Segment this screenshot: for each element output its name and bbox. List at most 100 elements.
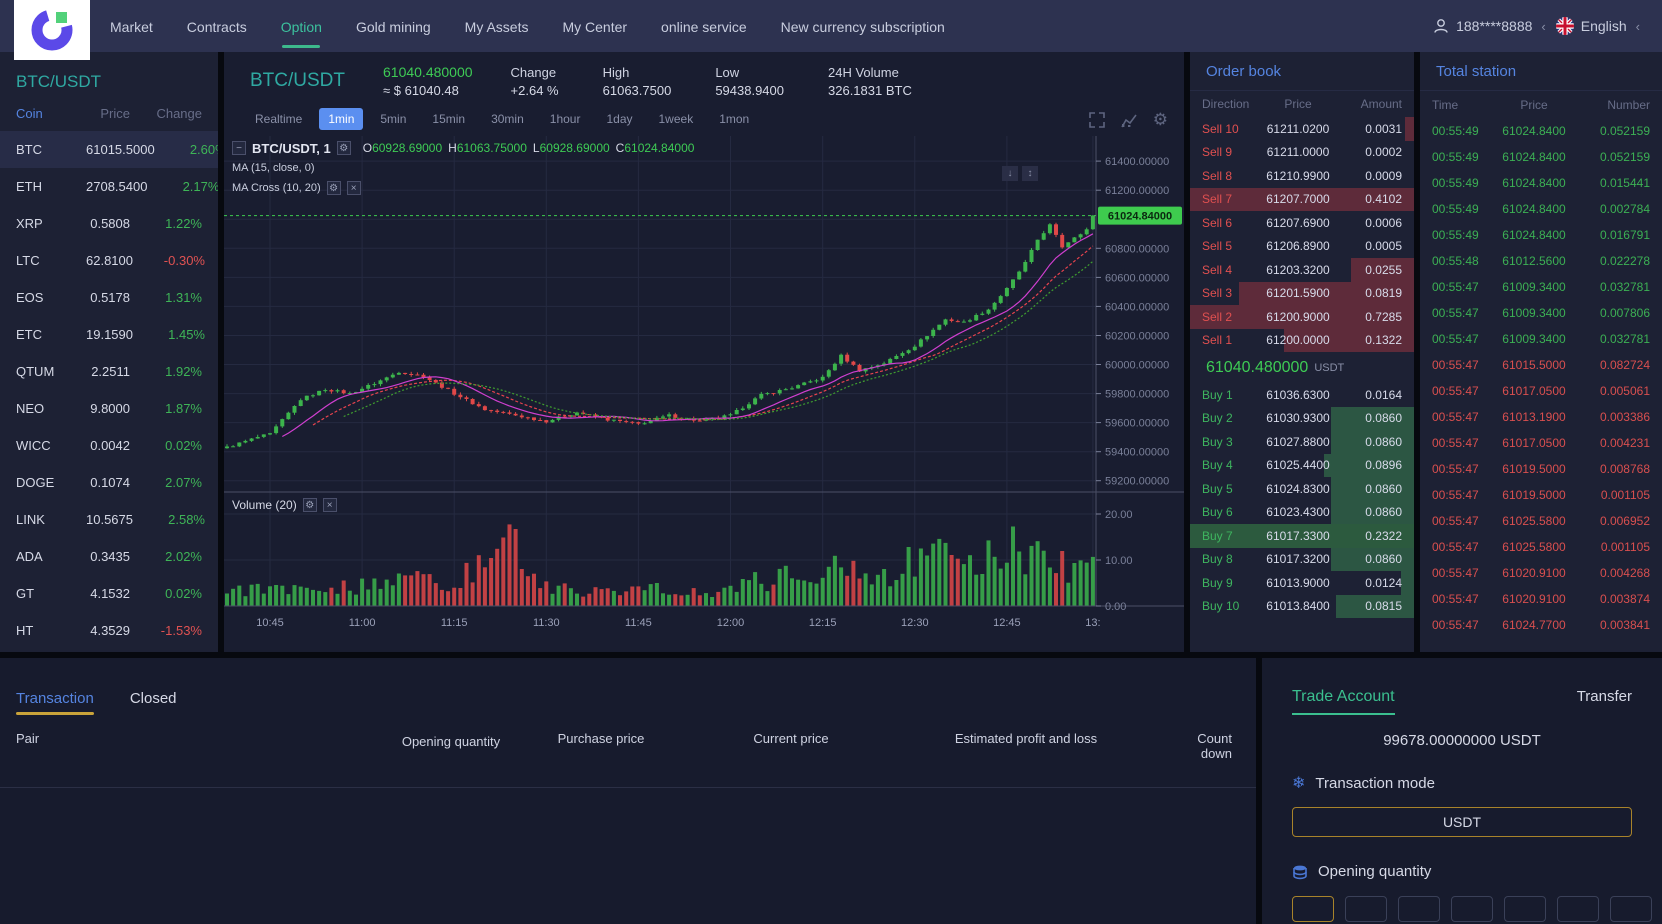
- interval-5min[interactable]: 5min: [371, 108, 415, 130]
- nav-right: 188****8888 ‹ English ‹: [1433, 0, 1640, 52]
- user-account-menu[interactable]: 188****8888 ‹: [1433, 18, 1546, 34]
- stat-label: Change: [511, 65, 559, 80]
- orderbook-row-buy-3[interactable]: Buy 361027.88000.0860: [1190, 430, 1414, 454]
- svg-text:0.00: 0.00: [1105, 601, 1126, 613]
- interval-Realtime[interactable]: Realtime: [246, 108, 311, 130]
- orderbook-row-sell-1[interactable]: Sell 161200.00000.1322: [1190, 329, 1414, 353]
- trade-account-tab[interactable]: Trade Account: [1292, 688, 1395, 715]
- volume-close-icon[interactable]: ×: [323, 498, 337, 512]
- watchlist-row-ada[interactable]: ADA0.34352.02%: [0, 538, 218, 575]
- order-direction: Sell 3: [1202, 286, 1264, 300]
- brand-logo[interactable]: [14, 0, 90, 60]
- interval-tabs: Realtime 1min 5min 15min 30min 1hour 1day 1week…: [224, 102, 1184, 134]
- watchlist-row-xrp[interactable]: XRP0.58081.22%: [0, 205, 218, 242]
- tab-transaction[interactable]: Transaction: [16, 690, 94, 715]
- order-direction: Sell 6: [1202, 216, 1264, 230]
- watchlist-row-ltc[interactable]: LTC62.8100-0.30%: [0, 242, 218, 279]
- watchlist-row-eth[interactable]: ETH2708.54002.17%: [0, 168, 218, 205]
- watchlist-row-link[interactable]: LINK10.56752.58%: [0, 501, 218, 538]
- interval-1week[interactable]: 1week: [650, 108, 703, 130]
- orderbook-row-buy-6[interactable]: Buy 661023.43000.0860: [1190, 501, 1414, 525]
- nav-item-market[interactable]: Market: [110, 3, 153, 50]
- nav-item-contracts[interactable]: Contracts: [187, 3, 247, 50]
- orderbook-row-buy-1[interactable]: Buy 161036.63000.0164: [1190, 383, 1414, 407]
- indicator-chart-icon[interactable]: [1121, 112, 1137, 128]
- watchlist-row-ht[interactable]: HT4.3529-1.53%: [0, 612, 218, 649]
- volume-gear-icon[interactable]: ⚙: [303, 498, 317, 512]
- quantity-option-button[interactable]: [1451, 896, 1493, 922]
- orderbook-row-buy-8[interactable]: Buy 861017.32000.0860: [1190, 548, 1414, 572]
- watchlist-row-gt[interactable]: GT4.15320.02%: [0, 575, 218, 612]
- trade-number: 0.032781: [1574, 280, 1650, 294]
- order-direction: Buy 10: [1202, 599, 1264, 613]
- legend-gear-icon[interactable]: ⚙: [337, 141, 351, 155]
- candlestick-chart[interactable]: 61400.0000061200.0000060800.0000060600.0…: [224, 136, 1184, 641]
- orderbook-row-buy-2[interactable]: Buy 261030.93000.0860: [1190, 407, 1414, 431]
- orderbook-row-buy-10[interactable]: Buy 1061013.84000.0815: [1190, 595, 1414, 619]
- ma-cross-close-icon[interactable]: ×: [347, 181, 361, 195]
- tab-closed[interactable]: Closed: [130, 690, 177, 715]
- orderbook-row-buy-7[interactable]: Buy 761017.33000.2322: [1190, 524, 1414, 548]
- interval-1day[interactable]: 1day: [597, 108, 641, 130]
- quantity-option-button[interactable]: [1610, 896, 1652, 922]
- orderbook-row-buy-4[interactable]: Buy 461025.44000.0896: [1190, 454, 1414, 478]
- watchlist-row-wicc[interactable]: WICC0.00420.02%: [0, 427, 218, 464]
- interval-15min[interactable]: 15min: [423, 108, 474, 130]
- quantity-option-button[interactable]: [1398, 896, 1440, 922]
- scroll-down-icon[interactable]: ↓: [1002, 166, 1018, 181]
- nav-item-gold-mining[interactable]: Gold mining: [356, 3, 431, 50]
- watchlist-row-btc[interactable]: BTC61015.50002.60%: [0, 131, 218, 168]
- nav-item-my-center[interactable]: My Center: [562, 3, 627, 50]
- chart-body[interactable]: − BTC/USDT, 1 ⚙ O60928.69000H61063.75000…: [224, 136, 1184, 641]
- language-selector[interactable]: English ‹: [1556, 17, 1640, 35]
- transfer-button[interactable]: Transfer: [1577, 688, 1632, 705]
- orderbook-row-buy-5[interactable]: Buy 561024.83000.0860: [1190, 477, 1414, 501]
- watchlist-row-neo[interactable]: NEO9.80001.87%: [0, 390, 218, 427]
- mode-usdt-button[interactable]: USDT: [1292, 807, 1632, 837]
- interval-1mon[interactable]: 1mon: [710, 108, 758, 130]
- scroll-vertical-icon[interactable]: ↕: [1022, 166, 1038, 181]
- orderbook-row-sell-5[interactable]: Sell 561206.89000.0005: [1190, 235, 1414, 259]
- orderbook-row-sell-2[interactable]: Sell 261200.90000.7285: [1190, 305, 1414, 329]
- trade-tape-row: 00:55:4861012.56000.022278: [1420, 248, 1662, 274]
- trade-tape-row: 00:55:4761017.05000.005061: [1420, 378, 1662, 404]
- coin-change: -0.30%: [139, 253, 205, 268]
- quantity-option-button[interactable]: [1504, 896, 1546, 922]
- nav-item-option[interactable]: Option: [281, 3, 322, 50]
- orderbook-row-sell-9[interactable]: Sell 961211.00000.0002: [1190, 141, 1414, 165]
- nav-item-my-assets[interactable]: My Assets: [465, 3, 529, 50]
- order-direction: Sell 2: [1202, 310, 1264, 324]
- watchlist-row-qtum[interactable]: QTUM2.25111.92%: [0, 353, 218, 390]
- watchlist-row-etc[interactable]: ETC19.15901.45%: [0, 316, 218, 353]
- collapse-legend-icon[interactable]: −: [232, 141, 246, 155]
- watchlist-row-eos[interactable]: EOS0.51781.31%: [0, 279, 218, 316]
- ma-cross-gear-icon[interactable]: ⚙: [327, 181, 341, 195]
- quantity-option-button[interactable]: [1557, 896, 1599, 922]
- interval-1hour[interactable]: 1hour: [541, 108, 590, 130]
- svg-text:59800.00000: 59800.00000: [1105, 389, 1169, 401]
- positions-header: PairOpening quantityPurchase priceCurren…: [0, 715, 1256, 788]
- stat-label: High: [603, 65, 672, 80]
- fullscreen-icon[interactable]: [1089, 112, 1105, 128]
- orderbook-row-sell-10[interactable]: Sell 1061211.02000.0031: [1190, 117, 1414, 141]
- order-amount: 0.4102: [1332, 192, 1402, 206]
- quantity-option-button[interactable]: [1345, 896, 1387, 922]
- orderbook-row-sell-8[interactable]: Sell 861210.99000.0009: [1190, 164, 1414, 188]
- orderbook-row-sell-3[interactable]: Sell 361201.59000.0819: [1190, 282, 1414, 306]
- trade-number: 0.004268: [1574, 566, 1650, 580]
- nav-item-new-currency-subscription[interactable]: New currency subscription: [781, 3, 945, 50]
- trade-number: 0.006952: [1574, 514, 1650, 528]
- interval-1min[interactable]: 1min: [319, 108, 363, 130]
- orderbook-row-sell-6[interactable]: Sell 661207.69000.0006: [1190, 211, 1414, 235]
- nav-item-online-service[interactable]: online service: [661, 3, 747, 50]
- interval-30min[interactable]: 30min: [482, 108, 533, 130]
- orderbook-row-buy-9[interactable]: Buy 961013.90000.0124: [1190, 571, 1414, 595]
- ma-cross-label: MA Cross (10, 20): [232, 182, 321, 194]
- orderbook-row-sell-4[interactable]: Sell 461203.32000.0255: [1190, 258, 1414, 282]
- chart-settings-gear-icon[interactable]: ⚙: [1153, 110, 1168, 130]
- watchlist-row-doge[interactable]: DOGE0.10742.07%: [0, 464, 218, 501]
- orderbook-row-sell-7[interactable]: Sell 761207.70000.4102: [1190, 188, 1414, 212]
- quantity-option-button[interactable]: [1292, 896, 1334, 922]
- svg-text:60600.00000: 60600.00000: [1105, 272, 1169, 284]
- orderbook-col-amount: Amount: [1332, 97, 1402, 111]
